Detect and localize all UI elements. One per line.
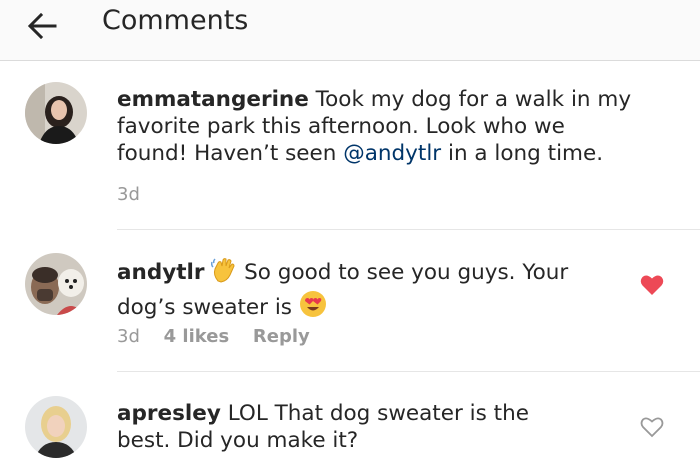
divider xyxy=(117,371,700,372)
comment-time: 3d xyxy=(117,326,140,347)
divider xyxy=(117,229,700,230)
avatar[interactable] xyxy=(25,396,87,458)
avatar[interactable] xyxy=(25,82,87,144)
likes-count-link[interactable]: 4 likes xyxy=(164,326,230,347)
comment-time: 3d xyxy=(117,184,140,205)
arrow-left-icon xyxy=(27,13,57,39)
like-button[interactable] xyxy=(640,416,664,438)
comment-text: andytlr So good to see you guys. Your do… xyxy=(117,257,597,325)
mention-link[interactable]: @andytlr xyxy=(343,141,441,166)
heart-filled-icon xyxy=(640,275,664,295)
comment-username[interactable]: apresley xyxy=(117,401,221,426)
comments-header: Comments xyxy=(0,0,700,61)
comment-meta: 3d 4 likes Reply xyxy=(117,326,328,347)
heart-outline-icon xyxy=(640,417,664,438)
back-button[interactable] xyxy=(20,6,64,46)
comment-username[interactable]: andytlr xyxy=(117,260,204,285)
comment-text: apresley LOL That dog sweater is the bes… xyxy=(117,401,529,453)
like-button[interactable] xyxy=(640,274,664,296)
reply-button[interactable]: Reply xyxy=(253,326,310,347)
page-title: Comments xyxy=(102,5,249,36)
avatar[interactable] xyxy=(25,253,87,315)
heart-eyes-icon xyxy=(299,290,327,325)
comment-text: emmatangerine Took my dog for a walk in … xyxy=(117,87,632,166)
comment-meta: 3d xyxy=(117,184,158,205)
comment-username[interactable]: emmatangerine xyxy=(117,87,309,112)
waving-hand-icon xyxy=(211,257,237,290)
